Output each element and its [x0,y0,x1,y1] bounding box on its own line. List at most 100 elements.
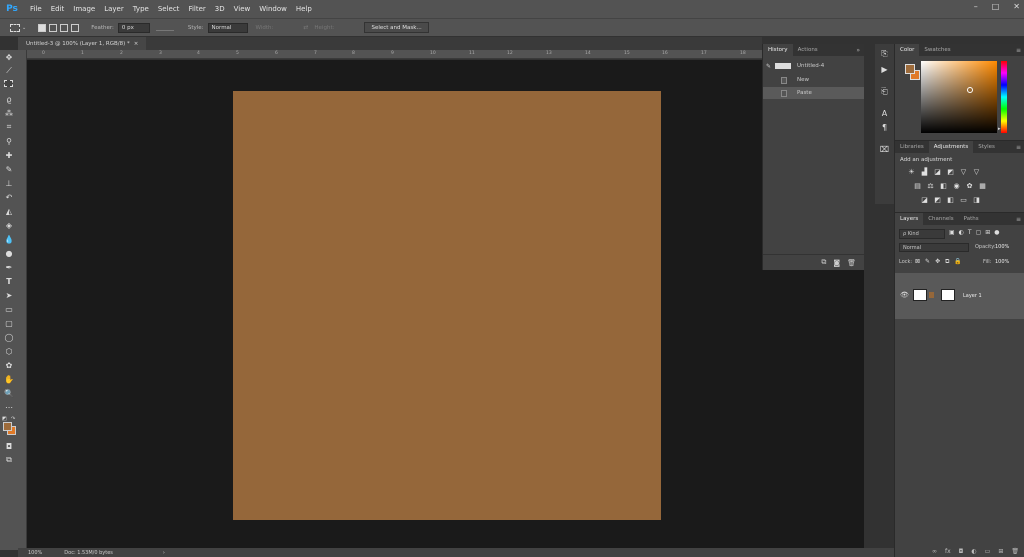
new-selection-icon[interactable] [38,23,47,32]
tab-styles[interactable]: Styles [973,141,1000,153]
eraser-tool-icon[interactable]: ◭ [3,206,15,216]
add-mask-icon[interactable]: ◘ [959,548,964,555]
menu-filter[interactable]: Filter [188,5,205,13]
actions-panel-icon[interactable]: ▶ [879,64,890,75]
layer-link-icon[interactable] [929,292,934,298]
properties-panel-icon[interactable]: ⎗ [879,86,890,97]
history-panel-icon[interactable]: ⎘ [879,48,890,59]
color-panel-swatches[interactable] [905,64,921,80]
menu-help[interactable]: Help [296,5,312,13]
panel-menu-icon[interactable]: ≡ [1016,216,1021,223]
document-canvas[interactable] [233,91,661,520]
levels-icon[interactable]: ▟ [920,168,929,176]
lock-transparent-icon[interactable]: ⊠ [915,258,920,266]
hand-tool-icon[interactable]: ✋ [3,374,15,384]
polygon-tool-icon[interactable]: ⬡ [3,346,15,356]
rectangular-marquee-tool-icon[interactable] [4,80,13,87]
vibrance-icon[interactable]: ▽ [959,168,968,176]
tab-history[interactable]: History [763,44,793,56]
layer-mask-thumbnail[interactable] [941,289,955,301]
layer-name[interactable]: Layer 1 [963,293,982,299]
panel-menu-icon[interactable]: ≡ [1016,47,1021,54]
document-tab[interactable]: Untitled-3 @ 100% (Layer 1, RGB/8) * × [18,37,147,50]
filter-toggle-icon[interactable]: ● [994,229,999,236]
subtract-selection-icon[interactable] [60,23,69,32]
tab-paths[interactable]: Paths [959,213,984,225]
swap-dimensions-icon[interactable]: ⇄ [303,24,308,31]
lock-artboard-icon[interactable]: ⧉ [945,258,949,266]
menu-3d[interactable]: 3D [215,5,225,13]
menu-type[interactable]: Type [133,5,149,13]
history-brush-tool-icon[interactable]: ↶ [3,192,15,202]
tab-channels[interactable]: Channels [923,213,958,225]
eye-visibility-icon[interactable]: 👁 [900,291,909,299]
foreground-color-swatch[interactable] [3,422,12,431]
new-adjustment-layer-icon[interactable]: ◐ [971,548,976,555]
close-tab-icon[interactable]: × [134,41,139,47]
color-swatches[interactable]: ◩ ↷ [2,416,16,436]
marquee-preset-icon[interactable] [10,23,20,32]
ellipse-tool-icon[interactable]: ◯ [3,332,15,342]
character-panel-icon[interactable]: A [879,108,890,119]
lock-position-icon[interactable]: ✥ [935,258,940,266]
menu-image[interactable]: Image [73,5,95,13]
lasso-tool-icon[interactable]: ϱ [3,94,15,104]
tab-actions[interactable]: Actions [793,44,823,56]
menu-edit[interactable]: Edit [51,5,65,13]
menu-window[interactable]: Window [259,5,287,13]
photo-filter-icon[interactable]: ◉ [952,182,961,190]
vibrance-alt-icon[interactable]: ▽ [972,168,981,176]
move-tool-icon[interactable]: ✥ [3,52,15,62]
history-snapshot[interactable]: ✎ Untitled-4 [763,60,864,72]
artboard-tool-icon[interactable]: ⟋ [3,66,15,76]
link-layers-icon[interactable]: ∞ [932,548,937,555]
healing-brush-tool-icon[interactable]: ✚ [3,150,15,160]
blend-mode-select[interactable]: Normal [899,243,969,252]
threshold-icon[interactable]: ◧ [946,196,955,204]
layer-filter-select[interactable]: ρ Kind [899,229,945,239]
brush-tool-icon[interactable]: ✎ [3,164,15,174]
rounded-rectangle-tool-icon[interactable]: ▢ [3,318,15,328]
color-lookup-icon[interactable]: ▦ [978,182,987,190]
close-window-button[interactable]: ✕ [1013,2,1020,11]
paint-bucket-tool-icon[interactable]: ◈ [3,220,15,230]
style-select[interactable]: Normal [207,22,248,33]
history-item-active[interactable]: Paste [763,87,864,99]
dodge-tool-icon[interactable]: ● [3,248,15,258]
color-picker-field[interactable] [921,61,997,133]
path-selection-tool-icon[interactable]: ➤ [3,290,15,300]
minimize-button[interactable]: – [974,2,978,11]
delete-layer-icon[interactable]: 🗑 [1011,548,1019,555]
magic-wand-tool-icon[interactable]: ⁂ [3,108,15,118]
lock-all-icon[interactable]: 🔒 [954,258,961,266]
custom-shape-tool-icon[interactable]: ✿ [3,360,15,370]
tab-swatches[interactable]: Swatches [919,44,955,56]
filter-pixel-icon[interactable]: ▣ [949,229,955,236]
filter-smart-object-icon[interactable]: ⊞ [985,229,990,236]
layer-thumbnail[interactable] [913,289,927,301]
posterize-icon[interactable]: ◩ [933,196,942,204]
menu-select[interactable]: Select [158,5,180,13]
status-menu-arrow[interactable]: › [163,550,165,556]
screen-mode-icon[interactable]: ⧉ [3,455,15,465]
panel-menu-icon[interactable]: ≡ [1016,144,1021,151]
add-selection-icon[interactable] [49,23,58,32]
maximize-button[interactable]: □ [992,2,1000,11]
exposure-icon[interactable]: ◩ [946,168,955,176]
tab-color[interactable]: Color [895,44,920,56]
gradient-map-icon[interactable]: ▭ [959,196,968,204]
delete-state-icon[interactable]: 🗑 [847,259,856,267]
channel-mixer-icon[interactable]: ✿ [965,182,974,190]
hue-saturation-icon[interactable]: ▤ [913,182,922,190]
anti-alias-checkbox[interactable] [155,25,174,31]
menu-layer[interactable]: Layer [104,5,124,13]
tab-layers[interactable]: Layers [895,213,924,225]
filter-type-icon[interactable]: T [968,229,972,236]
zoom-tool-icon[interactable]: 🔍 [3,388,15,398]
new-layer-icon[interactable]: ⊞ [998,548,1003,555]
curves-icon[interactable]: ◪ [933,168,942,176]
foreground-color-chip[interactable] [905,64,915,74]
hue-slider[interactable] [1001,61,1007,133]
brightness-contrast-icon[interactable]: ☀ [907,168,916,176]
menu-file[interactable]: File [30,5,42,13]
